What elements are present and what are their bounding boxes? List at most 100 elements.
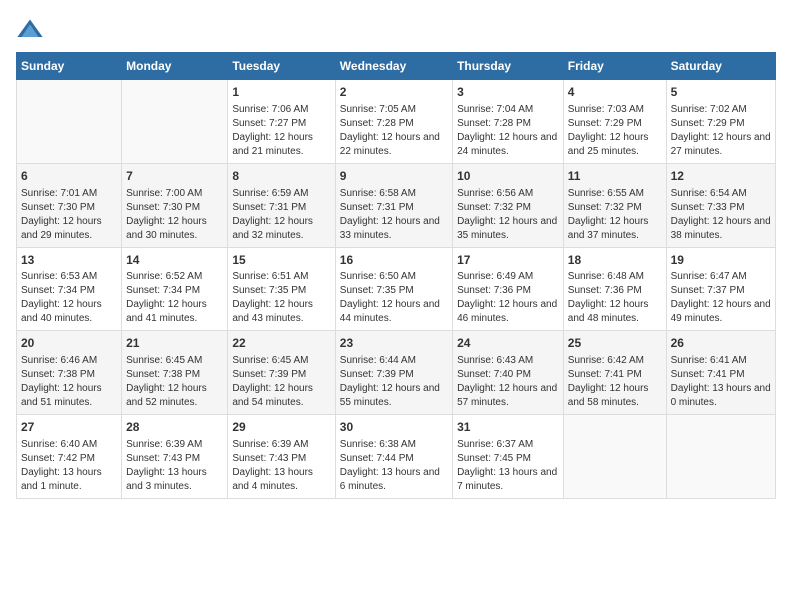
weekday-header-monday: Monday: [122, 53, 228, 80]
daylight: Daylight: 12 hours and 51 minutes.: [21, 383, 102, 408]
day-cell: 12 Sunrise: 6:54 AM Sunset: 7:33 PM Dayligh…: [666, 163, 775, 247]
daylight: Daylight: 12 hours and 48 minutes.: [568, 299, 649, 324]
sunset: Sunset: 7:32 PM: [457, 202, 531, 213]
logo-icon: [16, 16, 44, 44]
week-row-5: 27Sunrise: 6:40 AMSunset: 7:42 PMDayligh…: [17, 415, 776, 499]
sunrise: Sunrise: 6:54 AM: [671, 188, 747, 199]
sunrise: Sunrise: 7:05 AM: [340, 104, 416, 115]
daylight: Daylight: 12 hours and 30 minutes.: [126, 216, 207, 241]
daylight: Daylight: 12 hours and 35 minutes.: [457, 216, 557, 241]
day-number: 5: [671, 84, 771, 101]
sunrise: Sunrise: 6:47 AM: [671, 271, 747, 282]
weekday-header-tuesday: Tuesday: [228, 53, 335, 80]
day-number: 26: [671, 335, 771, 352]
day-number: 4: [568, 84, 662, 101]
day-number: 3: [457, 84, 559, 101]
sunset: Sunset: 7:33 PM: [671, 202, 745, 213]
weekday-header-saturday: Saturday: [666, 53, 775, 80]
daylight: Daylight: 12 hours and 38 minutes.: [671, 216, 771, 241]
sunset: Sunset: 7:36 PM: [568, 285, 642, 296]
weekday-header-wednesday: Wednesday: [335, 53, 452, 80]
sunset: Sunset: 7:29 PM: [671, 118, 745, 129]
day-number: 27: [21, 419, 117, 436]
day-number: 7: [126, 168, 223, 185]
day-cell: 5Sunrise: 7:02 AMSunset: 7:29 PMDaylight…: [666, 80, 775, 164]
sunset: Sunset: 7:42 PM: [21, 453, 95, 464]
day-number: 19: [671, 252, 771, 269]
sunset: Sunset: 7:35 PM: [232, 285, 306, 296]
day-number: 2: [340, 84, 448, 101]
daylight: Daylight: 12 hours and 29 minutes.: [21, 216, 102, 241]
sunset: Sunset: 7:27 PM: [232, 118, 306, 129]
day-cell: 6Sunrise: 7:01 AMSunset: 7:30 PMDaylight…: [17, 163, 122, 247]
daylight: Daylight: 13 hours and 0 minutes.: [671, 383, 771, 408]
daylight: Daylight: 13 hours and 6 minutes.: [340, 467, 440, 492]
daylight: Daylight: 12 hours and 40 minutes.: [21, 299, 102, 324]
sunset: Sunset: 7:38 PM: [126, 369, 200, 380]
sunset: Sunset: 7:39 PM: [340, 369, 414, 380]
day-cell: 16Sunrise: 6:50 AMSunset: 7:35 PMDayligh…: [335, 247, 452, 331]
daylight: Daylight: 12 hours and 37 minutes.: [568, 216, 649, 241]
day-number: 11: [568, 168, 662, 185]
sunrise: Sunrise: 6:45 AM: [232, 355, 308, 366]
day-number: 29: [232, 419, 330, 436]
sunset: Sunset: 7:31 PM: [340, 202, 414, 213]
day-cell: 22Sunrise: 6:45 AMSunset: 7:39 PMDayligh…: [228, 331, 335, 415]
day-cell: [17, 80, 122, 164]
daylight: Daylight: 13 hours and 7 minutes.: [457, 467, 557, 492]
daylight: Daylight: 12 hours and 33 minutes.: [340, 216, 440, 241]
sunset: Sunset: 7:37 PM: [671, 285, 745, 296]
week-row-2: 6Sunrise: 7:01 AMSunset: 7:30 PMDaylight…: [17, 163, 776, 247]
day-cell: 29Sunrise: 6:39 AMSunset: 7:43 PMDayligh…: [228, 415, 335, 499]
day-number: 24: [457, 335, 559, 352]
day-cell: 8Sunrise: 6:59 AMSunset: 7:31 PMDaylight…: [228, 163, 335, 247]
week-row-3: 13Sunrise: 6:53 AMSunset: 7:34 PMDayligh…: [17, 247, 776, 331]
sunset: Sunset: 7:44 PM: [340, 453, 414, 464]
daylight: Daylight: 12 hours and 44 minutes.: [340, 299, 440, 324]
day-number: 30: [340, 419, 448, 436]
day-number: 28: [126, 419, 223, 436]
day-cell: 4Sunrise: 7:03 AMSunset: 7:29 PMDaylight…: [563, 80, 666, 164]
sunset: Sunset: 7:40 PM: [457, 369, 531, 380]
day-cell: 14Sunrise: 6:52 AMSunset: 7:34 PMDayligh…: [122, 247, 228, 331]
day-cell: 21Sunrise: 6:45 AMSunset: 7:38 PMDayligh…: [122, 331, 228, 415]
sunrise: Sunrise: 6:59 AM: [232, 188, 308, 199]
day-number: 12: [671, 168, 771, 185]
day-cell: 26 Sunrise: 6:41 AM Sunset: 7:41 PM Dayligh…: [666, 331, 775, 415]
day-cell: 31Sunrise: 6:37 AMSunset: 7:45 PMDayligh…: [453, 415, 564, 499]
sunrise: Sunrise: 7:04 AM: [457, 104, 533, 115]
week-row-4: 20Sunrise: 6:46 AMSunset: 7:38 PMDayligh…: [17, 331, 776, 415]
sunrise: Sunrise: 6:55 AM: [568, 188, 644, 199]
sunrise: Sunrise: 6:42 AM: [568, 355, 644, 366]
sunrise: Sunrise: 6:51 AM: [232, 271, 308, 282]
sunrise: Sunrise: 6:52 AM: [126, 271, 202, 282]
day-cell: 17Sunrise: 6:49 AMSunset: 7:36 PMDayligh…: [453, 247, 564, 331]
daylight: Daylight: 12 hours and 46 minutes.: [457, 299, 557, 324]
day-number: 22: [232, 335, 330, 352]
day-number: 20: [21, 335, 117, 352]
day-number: 10: [457, 168, 559, 185]
day-number: 15: [232, 252, 330, 269]
daylight: Daylight: 12 hours and 22 minutes.: [340, 132, 440, 157]
daylight: Daylight: 12 hours and 58 minutes.: [568, 383, 649, 408]
sunrise: Sunrise: 6:38 AM: [340, 439, 416, 450]
sunrise: Sunrise: 6:50 AM: [340, 271, 416, 282]
sunset: Sunset: 7:32 PM: [568, 202, 642, 213]
sunrise: Sunrise: 6:41 AM: [671, 355, 747, 366]
day-number: 1: [232, 84, 330, 101]
day-cell: 20Sunrise: 6:46 AMSunset: 7:38 PMDayligh…: [17, 331, 122, 415]
day-cell: 1Sunrise: 7:06 AMSunset: 7:27 PMDaylight…: [228, 80, 335, 164]
weekday-header-row: SundayMondayTuesdayWednesdayThursdayFrid…: [17, 53, 776, 80]
weekday-header-friday: Friday: [563, 53, 666, 80]
daylight: Daylight: 13 hours and 1 minute.: [21, 467, 102, 492]
sunrise: Sunrise: 7:06 AM: [232, 104, 308, 115]
sunrise: Sunrise: 6:56 AM: [457, 188, 533, 199]
sunset: Sunset: 7:30 PM: [126, 202, 200, 213]
day-cell: 23Sunrise: 6:44 AMSunset: 7:39 PMDayligh…: [335, 331, 452, 415]
day-cell: 19Sunrise: 6:47 AMSunset: 7:37 PMDayligh…: [666, 247, 775, 331]
sunset: Sunset: 7:41 PM: [671, 369, 745, 380]
day-number: 25: [568, 335, 662, 352]
sunset: Sunset: 7:43 PM: [232, 453, 306, 464]
daylight: Daylight: 12 hours and 41 minutes.: [126, 299, 207, 324]
day-cell: 27Sunrise: 6:40 AMSunset: 7:42 PMDayligh…: [17, 415, 122, 499]
